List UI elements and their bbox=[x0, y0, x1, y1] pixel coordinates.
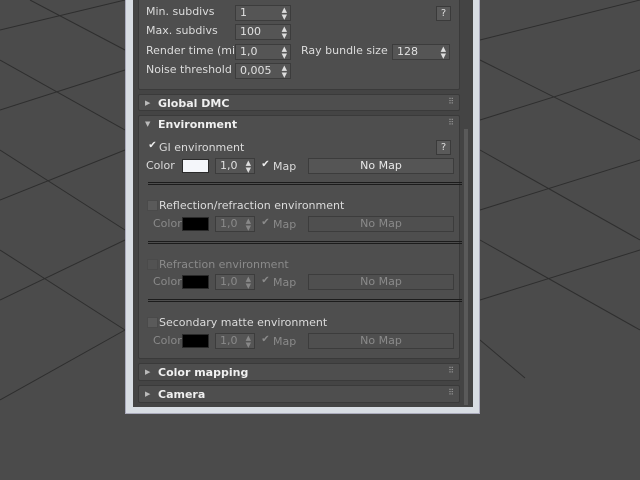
settings-panel: Min. subdivs 1 ▲ ▼ Max. subdivs 100 ▲ ▼ Rend… bbox=[133, 0, 473, 407]
separator bbox=[148, 241, 462, 244]
spinner-arrows-icon: ▲ ▼ bbox=[281, 6, 287, 21]
gi-color-swatch[interactable] bbox=[182, 159, 209, 173]
refl-env-checkbox[interactable] bbox=[147, 200, 158, 211]
separator bbox=[148, 299, 462, 302]
color-label: Color bbox=[146, 159, 175, 172]
expand-triangle-icon: ▶ bbox=[145, 390, 151, 398]
help-button[interactable]: ? bbox=[436, 140, 451, 155]
refr-env-checkbox[interactable] bbox=[147, 259, 158, 270]
matte-env-checkbox[interactable] bbox=[147, 317, 158, 328]
expand-triangle-icon: ▶ bbox=[145, 99, 151, 107]
render-time-spinner[interactable]: 1,0 ▲ ▼ bbox=[235, 44, 291, 60]
spinner-arrows-icon: ▲ ▼ bbox=[281, 64, 287, 79]
gi-map-button[interactable]: No Map bbox=[308, 158, 454, 174]
refl-map-button[interactable]: No Map bbox=[308, 216, 454, 232]
global-dmc-rollout[interactable]: ▶ Global DMC ⠿ bbox=[138, 94, 460, 111]
min-subdivs-label: Min. subdivs bbox=[146, 5, 215, 18]
min-subdivs-spinner[interactable]: 1 ▲ ▼ bbox=[235, 5, 291, 21]
refl-multiplier-spinner[interactable]: 1,0 ▲ ▼ bbox=[215, 216, 255, 232]
scrollbar[interactable] bbox=[464, 129, 468, 405]
ray-bundle-spinner[interactable]: 128 ▲ ▼ bbox=[392, 44, 450, 60]
spinner-arrows-icon: ▲ ▼ bbox=[281, 25, 287, 40]
max-subdivs-spinner[interactable]: 100 ▲ ▼ bbox=[235, 24, 291, 40]
ray-bundle-label: Ray bundle size bbox=[301, 44, 388, 57]
render-setup-window: Min. subdivs 1 ▲ ▼ Max. subdivs 100 ▲ ▼ Rend… bbox=[125, 0, 480, 414]
spinner-arrows-icon: ▲ ▼ bbox=[440, 45, 446, 60]
expand-triangle-icon: ▶ bbox=[145, 368, 151, 376]
noise-threshold-label: Noise threshold bbox=[146, 63, 232, 76]
spinner-arrows-icon: ▲ ▼ bbox=[281, 45, 287, 60]
drag-handle-icon[interactable]: ⠿ bbox=[448, 388, 454, 397]
environment-rollout: ▼ Environment ⠿ ? ✔ GI environment Color… bbox=[138, 115, 462, 359]
refr-color-swatch[interactable] bbox=[182, 275, 209, 289]
collapse-triangle-icon[interactable]: ▼ bbox=[145, 120, 150, 128]
image-sampler-rollout: Min. subdivs 1 ▲ ▼ Max. subdivs 100 ▲ ▼ Rend… bbox=[138, 0, 460, 90]
matte-map-button[interactable]: No Map bbox=[308, 333, 454, 349]
noise-threshold-spinner[interactable]: 0,005 ▲ ▼ bbox=[235, 63, 291, 79]
matte-color-swatch[interactable] bbox=[182, 334, 209, 348]
gi-map-checkbox[interactable]: ✔ bbox=[260, 160, 271, 171]
gi-env-checkbox[interactable]: ✔ bbox=[147, 141, 158, 152]
help-button[interactable]: ? bbox=[436, 6, 451, 21]
max-subdivs-label: Max. subdivs bbox=[146, 24, 218, 37]
gi-multiplier-spinner[interactable]: 1,0 ▲ ▼ bbox=[215, 158, 255, 174]
color-mapping-rollout[interactable]: ▶ Color mapping ⠿ bbox=[138, 363, 460, 381]
render-time-label: Render time (min) bbox=[146, 44, 247, 57]
refr-multiplier-spinner[interactable]: 1,0 ▲ ▼ bbox=[215, 274, 255, 290]
refl-color-swatch[interactable] bbox=[182, 217, 209, 231]
separator bbox=[148, 182, 462, 185]
gi-env-label: GI environment bbox=[159, 141, 245, 154]
drag-handle-icon[interactable]: ⠿ bbox=[448, 97, 454, 106]
drag-handle-icon[interactable]: ⠿ bbox=[448, 118, 454, 127]
camera-rollout[interactable]: ▶ Camera ⠿ bbox=[138, 385, 460, 403]
refr-map-button[interactable]: No Map bbox=[308, 274, 454, 290]
drag-handle-icon[interactable]: ⠿ bbox=[448, 366, 454, 375]
matte-multiplier-spinner[interactable]: 1,0 ▲ ▼ bbox=[215, 333, 255, 349]
